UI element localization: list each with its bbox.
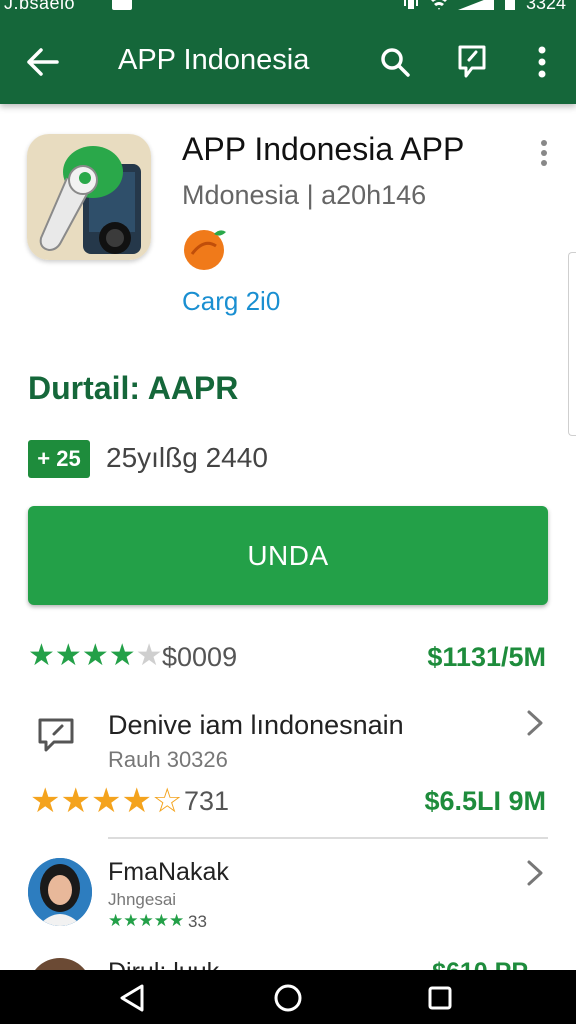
orange-badge-icon <box>184 230 226 270</box>
system-nav-bar <box>0 970 576 1024</box>
status-left-text: J.bsaeio <box>4 0 76 13</box>
top-app-bar: J.bsaeio 3324 APP Indonesia <box>0 0 576 104</box>
star-icon: ★ <box>30 782 61 820</box>
divider <box>108 837 548 839</box>
list-item-stars: ★ ★ ★ ★ ☆ <box>30 784 182 818</box>
downloads-text: 25yılßg 2440 <box>106 442 268 473</box>
status-clock: 3324 <box>525 0 566 13</box>
list-item-subtitle: Jhngesai <box>108 890 177 909</box>
nav-home-button[interactable] <box>268 980 308 1016</box>
avatar <box>28 858 92 926</box>
rating-stars: ★ ★ ★ ★ ★ <box>28 641 163 671</box>
section-title: Durtail: AAPR <box>28 370 239 406</box>
star-icon: ★ <box>60 782 91 820</box>
status-bar: J.bsaeio 3324 <box>0 0 576 18</box>
back-button[interactable] <box>18 40 66 84</box>
more-vert-icon <box>538 46 546 78</box>
star-icon: ★ <box>81 639 109 672</box>
star-icon: ★ <box>169 911 185 930</box>
rating-chip: + 25 <box>28 440 90 478</box>
list-item-title: FmaNakak <box>108 858 229 886</box>
list-item-title: Denive iam lındonesnain <box>108 710 404 740</box>
nav-recents-button[interactable] <box>420 980 460 1016</box>
nav-back-button[interactable] <box>112 980 152 1016</box>
search-icon <box>381 48 410 77</box>
star-icon: ★ <box>108 639 136 672</box>
more-options-button[interactable] <box>520 40 564 84</box>
app-name: APP Indonesia APP <box>182 131 465 167</box>
list-item[interactable]: Denive iam lındonesnain Rauh 30326 ★ ★ ★… <box>0 700 576 836</box>
category-link[interactable]: Carg 2i0 <box>182 286 280 317</box>
wrench-phone-icon <box>27 134 151 260</box>
scrollbar[interactable] <box>568 252 576 436</box>
rating-price: $1131/5M <box>427 642 546 672</box>
star-icon: ★ <box>135 639 163 672</box>
list-item-count: 731 <box>184 786 230 816</box>
star-icon: ★ <box>138 911 154 930</box>
star-icon: ★ <box>108 911 124 930</box>
app-more-button[interactable] <box>530 136 558 170</box>
list-item[interactable]: Dirul: luuk $610 PP <box>0 952 576 972</box>
list-item-price: $6.5LI 9M <box>424 786 546 816</box>
report-button[interactable] <box>450 40 494 84</box>
list-item-subtitle: Rauh 30326 <box>108 747 228 772</box>
back-triangle-icon <box>120 984 144 1012</box>
chevron-right-icon <box>527 710 543 736</box>
feedback-icon <box>38 718 74 752</box>
chevron-right-icon <box>527 860 543 886</box>
notification-icon <box>112 0 132 10</box>
star-icon: ★ <box>90 782 122 820</box>
star-icon: ★ <box>54 639 82 672</box>
back-arrow-icon <box>27 48 59 76</box>
list-item-stars: ★ ★ ★ ★ ★ <box>108 912 184 929</box>
rating-text: $0009 <box>162 642 238 672</box>
home-circle-icon <box>274 984 302 1012</box>
wifi-icon <box>430 0 447 10</box>
app-bar-title: APP Indonesia <box>118 44 310 76</box>
search-button[interactable] <box>373 40 417 84</box>
report-flag-icon <box>458 45 486 78</box>
battery-icon <box>504 0 515 10</box>
star-icon: ★ <box>153 911 169 930</box>
person-avatar-icon <box>28 858 92 926</box>
status-icons: 3324 <box>402 0 566 13</box>
more-vert-icon <box>541 140 547 166</box>
app-icon <box>27 134 151 260</box>
star-icon: ★ <box>28 639 55 672</box>
developer-name[interactable]: Mdonesia | a20h146 <box>182 180 426 211</box>
vibrate-icon <box>403 0 418 9</box>
app-bar: APP Indonesia <box>0 22 576 102</box>
star-icon: ★ <box>121 782 152 820</box>
signal-icon <box>457 0 494 10</box>
half-star-icon: ☆ <box>151 782 183 820</box>
install-button[interactable]: UNDA <box>28 506 548 605</box>
recents-square-icon <box>428 986 452 1010</box>
star-icon: ★ <box>123 911 139 930</box>
list-item-count: 33 <box>188 912 207 931</box>
list-item[interactable]: FmaNakak Jhngesai ★ ★ ★ ★ ★ 33 <box>0 850 576 950</box>
